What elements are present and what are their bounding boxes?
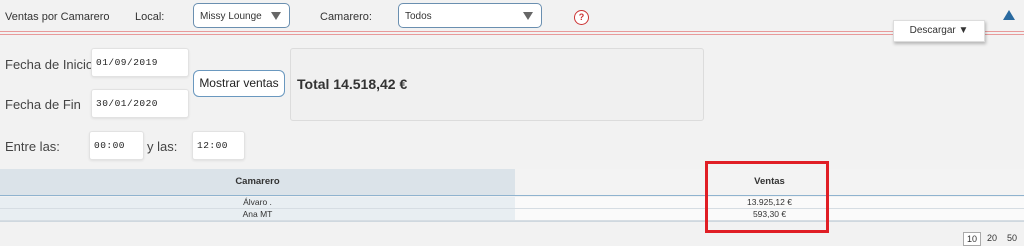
cell-ventas: 593,30 €: [515, 209, 1024, 221]
page-size-20[interactable]: 20: [984, 232, 1000, 244]
between-label: Entre las:: [5, 139, 60, 154]
total-amount: Total 14.518,42 €: [297, 76, 408, 92]
show-sales-button[interactable]: Mostrar ventas: [193, 70, 285, 97]
and-label: y las:: [147, 139, 178, 154]
from-time-input[interactable]: 00:00: [89, 131, 144, 160]
table-row[interactable]: Ana MT 593,30 €: [0, 209, 1024, 221]
end-date-label: Fecha de Fin: [5, 97, 81, 112]
help-icon[interactable]: ?: [574, 10, 589, 25]
divider: [0, 31, 1024, 32]
start-date-label: Fecha de Inicio: [5, 57, 94, 72]
camarero-label: Camarero:: [320, 11, 372, 23]
to-time-input[interactable]: 12:00: [192, 131, 245, 160]
column-header-ventas[interactable]: Ventas: [515, 169, 1024, 195]
header-divider: [0, 195, 1024, 196]
total-panel: Total 14.518,42 €: [290, 48, 704, 121]
cell-camarero: Ana MT: [0, 209, 515, 221]
table-row[interactable]: Álvaro . 13.925,12 €: [0, 197, 1024, 209]
cell-camarero: Álvaro .: [0, 197, 515, 209]
column-header-camarero[interactable]: Camarero: [0, 169, 515, 195]
divider: [0, 34, 1024, 35]
local-select[interactable]: Missy Lounge: [193, 3, 290, 28]
page-size-50[interactable]: 50: [1004, 232, 1020, 244]
chevron-down-icon: [523, 12, 533, 20]
collapse-up-icon[interactable]: [1003, 10, 1015, 20]
camarero-select-value: Todos: [405, 11, 432, 22]
start-date-input[interactable]: 01/09/2019: [91, 48, 189, 77]
local-select-value: Missy Lounge: [200, 11, 262, 22]
end-date-input[interactable]: 30/01/2020: [91, 89, 189, 118]
page-title: Ventas por Camarero: [5, 11, 110, 23]
cell-ventas: 13.925,12 €: [515, 197, 1024, 209]
page-size-10[interactable]: 10: [963, 232, 981, 246]
local-label: Local:: [135, 11, 165, 23]
table-bottom-border: [0, 221, 1024, 222]
camarero-select[interactable]: Todos: [398, 3, 542, 28]
download-button[interactable]: Descargar ▼: [893, 20, 985, 42]
chevron-down-icon: [271, 12, 281, 20]
